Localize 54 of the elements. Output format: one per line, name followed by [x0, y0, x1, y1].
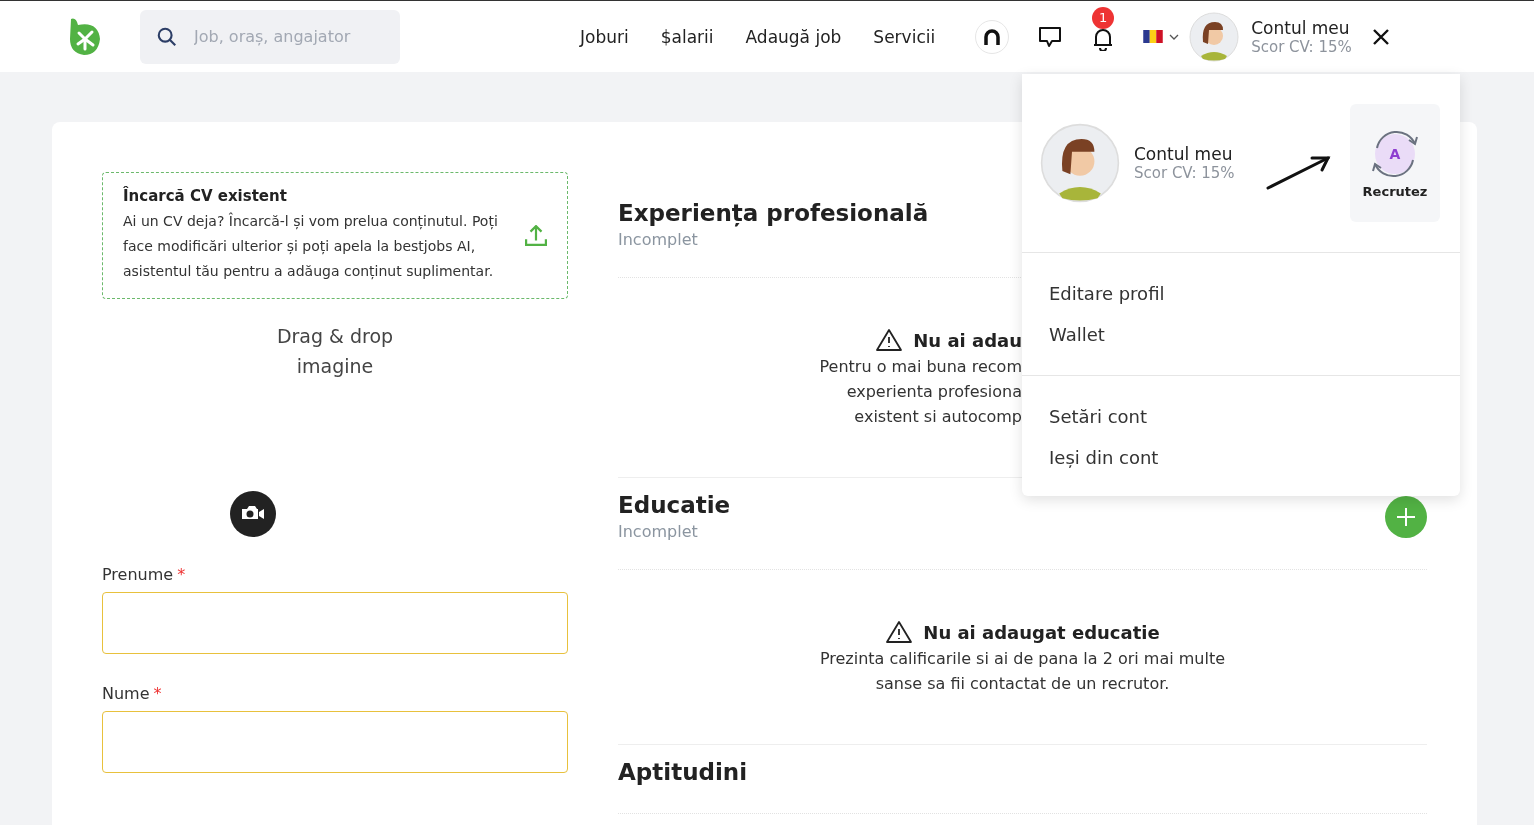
empty-text: Prezinta calificarile si ai de pana la 2 ori mai multe — [819, 648, 1226, 670]
section-title: Experiența profesională — [618, 200, 929, 226]
chevron-icon — [1169, 33, 1180, 40]
nav-link[interactable]: Joburi — [580, 26, 629, 47]
section-status: Incomplet — [618, 230, 699, 249]
chat-icon — [1037, 24, 1064, 49]
text-field[interactable] — [102, 592, 568, 654]
close-icon — [1371, 27, 1390, 46]
logo-icon[interactable] — [68, 16, 102, 57]
menu-item[interactable]: Editare profil — [1022, 273, 1460, 314]
nav-link[interactable]: Adaugă job — [745, 26, 842, 47]
menu-item[interactable]: Ieși din cont — [1022, 437, 1460, 478]
add-button[interactable] — [1385, 495, 1427, 538]
notification-badge: 1 — [1092, 6, 1115, 29]
nav-link[interactable]: Servicii — [873, 26, 936, 47]
arch-button[interactable] — [975, 19, 1010, 54]
nav-link[interactable]: $alarii — [660, 26, 714, 47]
upload-title: Încarcă CV existent — [123, 187, 288, 205]
plus-icon — [1396, 506, 1416, 527]
empty-text: sanse sa fii contactat de un recrutor. — [875, 673, 1170, 695]
arrow-drawing — [1266, 154, 1332, 190]
chat-button[interactable] — [1037, 24, 1064, 49]
empty-text: existent si autocomp — [854, 406, 1022, 428]
flag-icon — [1143, 30, 1164, 43]
menu-account-title: Contul meu — [1134, 144, 1234, 164]
empty-text: experienta profesiona — [846, 381, 1022, 403]
recruiter-switch-button[interactable]: A Recrutez — [1350, 104, 1440, 222]
camera-button[interactable] — [230, 491, 276, 537]
drop-zone-text: Drag & drop imagine — [275, 324, 395, 379]
section-title: Aptitudini — [618, 759, 748, 785]
menu-item[interactable]: Setări cont — [1022, 396, 1460, 437]
text-field[interactable] — [102, 711, 568, 773]
empty-text: Pentru o mai buna recom — [819, 356, 1022, 378]
account-button[interactable]: Contul meu Scor CV: 15% — [1189, 11, 1352, 62]
section-status: Incomplet — [618, 522, 699, 541]
close-button[interactable] — [1371, 27, 1390, 46]
upload-card[interactable]: Încarcă CV existent Ai un CV deja? Încarcă-l și vom prelua conținutul. Poți face modificări ulterior și poți apela la bestjobs AI, asistentul tău pentru a adăuga conținut suplimentar. — [102, 172, 568, 299]
upload-icon — [525, 224, 547, 247]
empty-title: Nu ai adaugat educatie — [923, 621, 1160, 643]
menu-item[interactable]: Wallet — [1022, 314, 1460, 355]
language-button[interactable] — [1143, 30, 1180, 43]
section-title: Educatie — [618, 492, 731, 518]
arch-icon — [983, 27, 1002, 46]
warning-icon — [885, 620, 914, 644]
menu-account-score: Scor CV: 15% — [1134, 164, 1235, 182]
upload-text: Ai un CV deja? Încarcă-l și vom prelua conținutul. Poți face modificări ulterior și poți apela la bestjobs AI, asistentul tău pentru a adăuga conținut suplimentar. — [123, 211, 499, 281]
empty-title: Nu ai adau — [913, 329, 1022, 351]
warning-icon — [875, 328, 904, 352]
avatar-icon — [1189, 11, 1240, 62]
field-label: Prenume * — [102, 565, 187, 584]
search-icon — [156, 25, 178, 48]
avatar-icon — [1040, 123, 1120, 203]
search-field[interactable]: Job, oraș, angajator — [140, 9, 400, 64]
field-label: Nume * — [102, 684, 163, 703]
